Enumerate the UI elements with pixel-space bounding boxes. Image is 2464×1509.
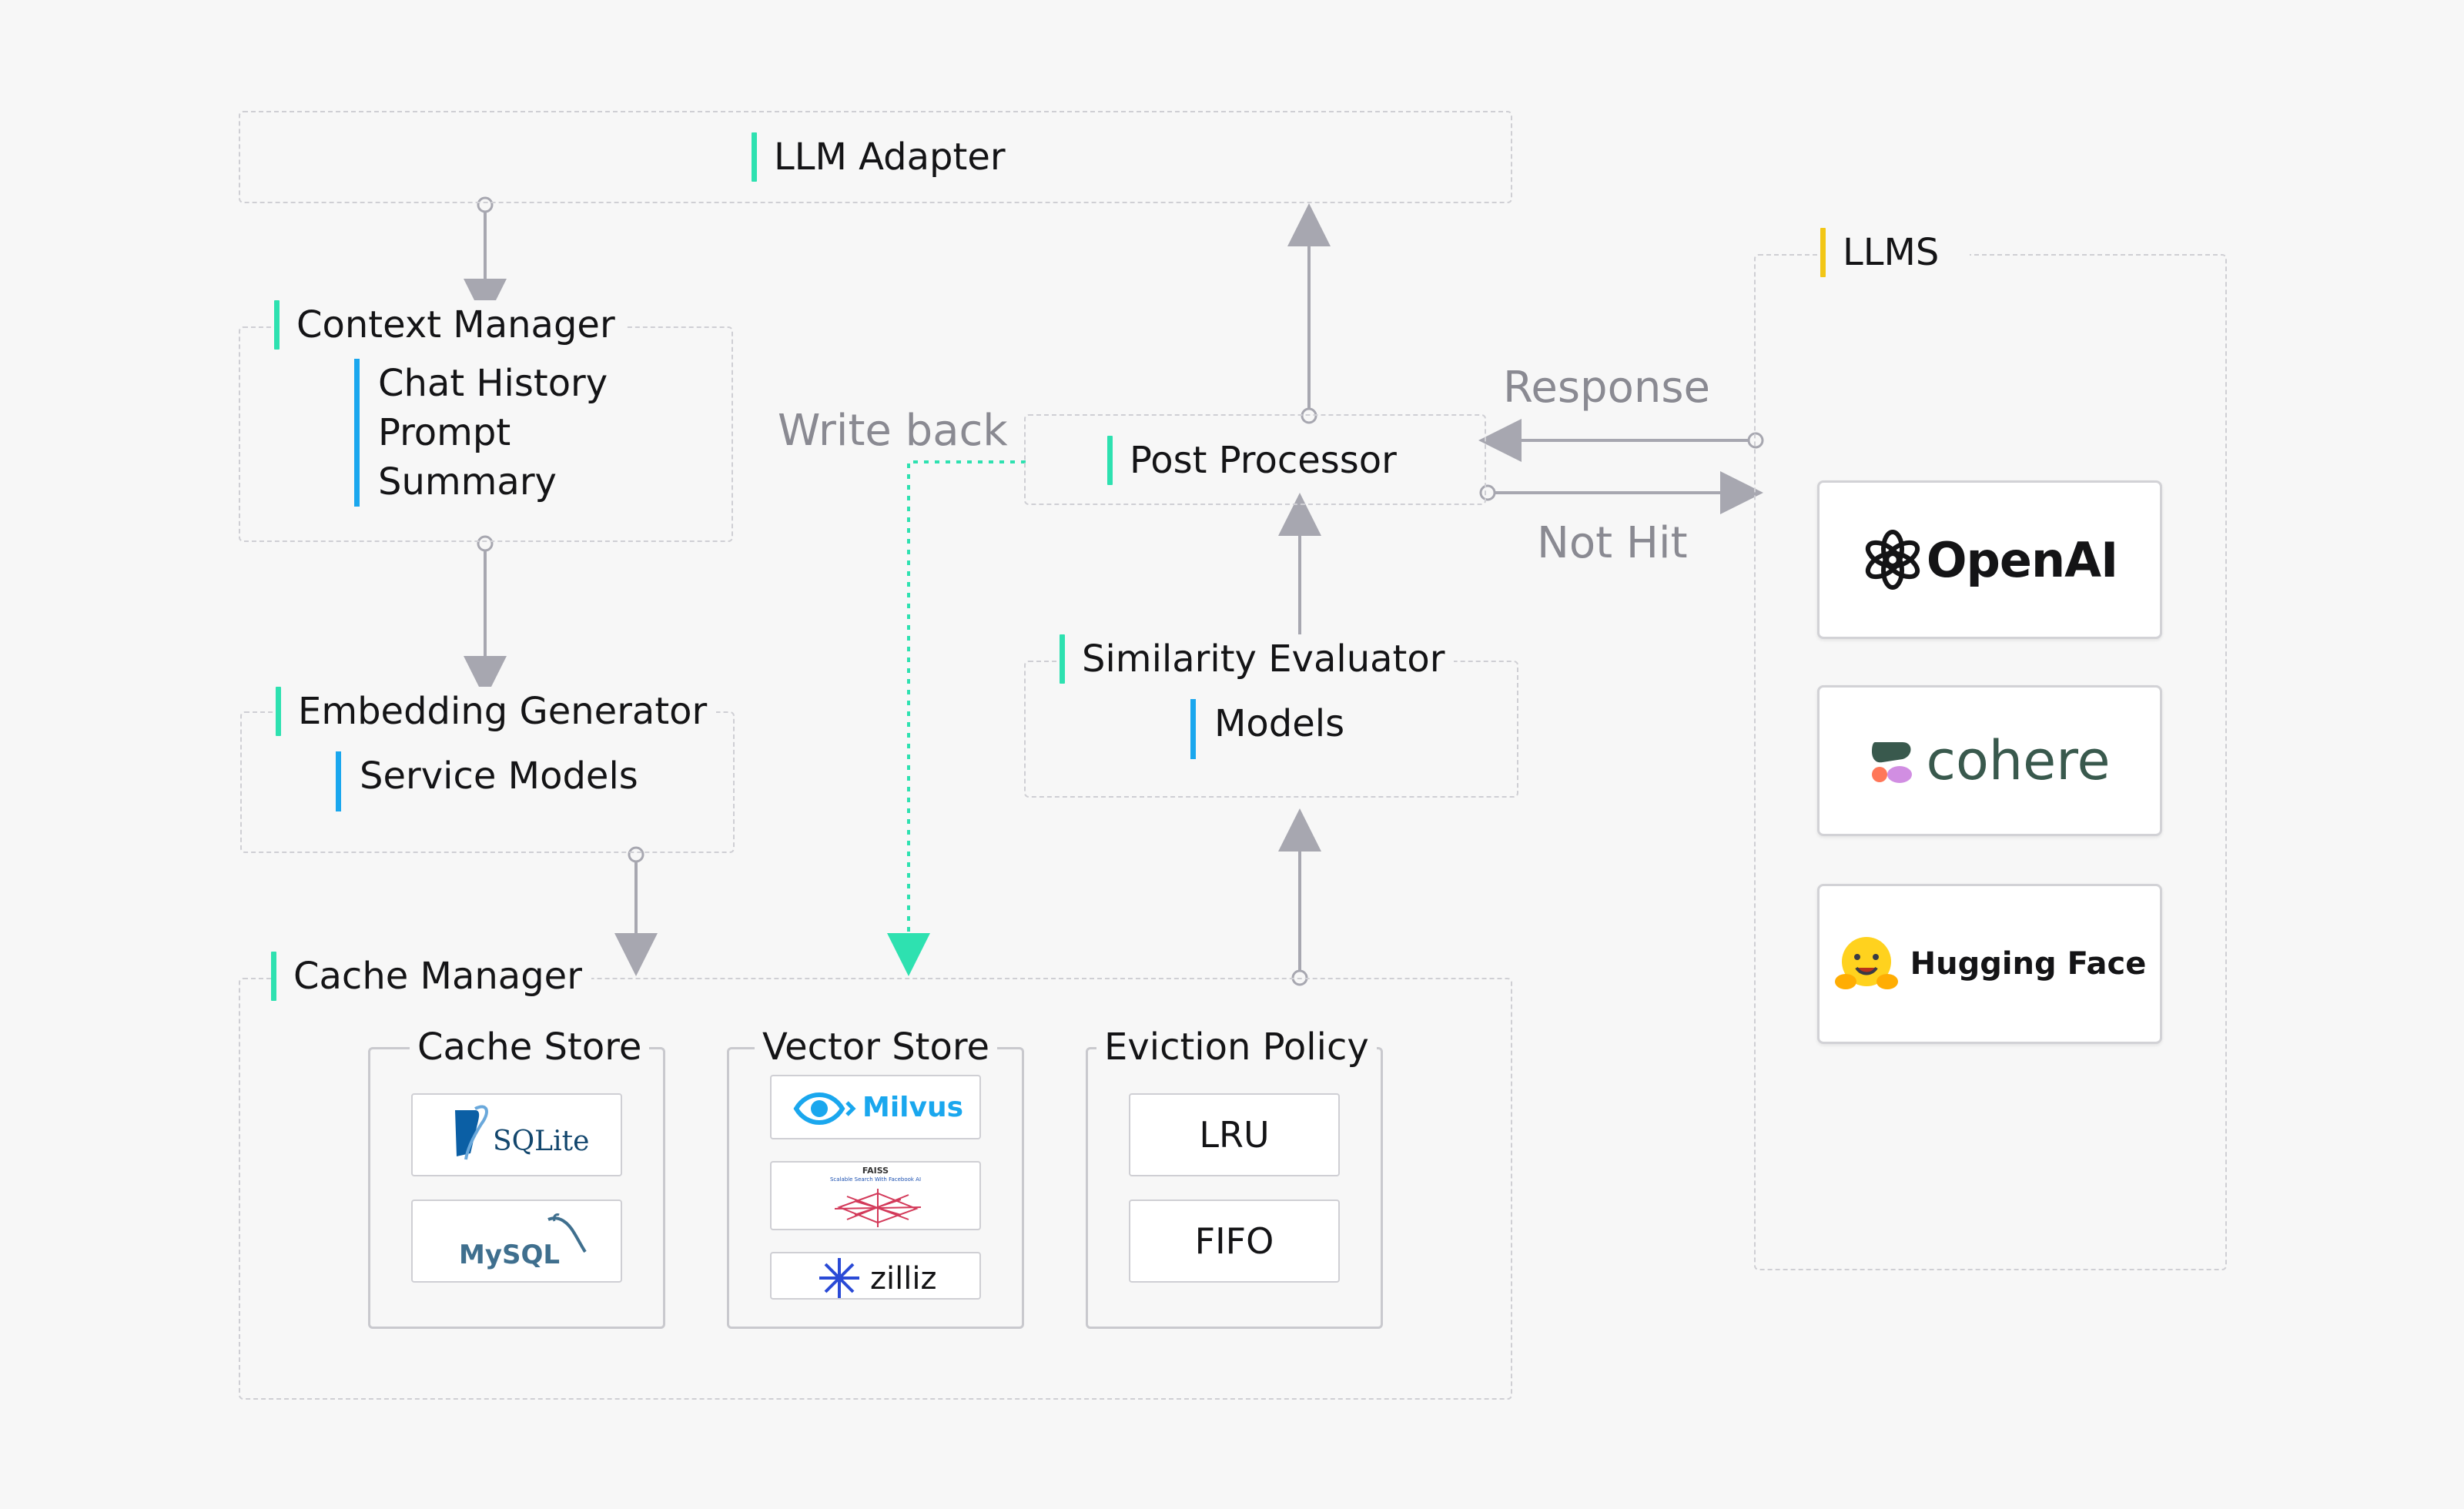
faiss-logo-title: FAISS	[862, 1166, 889, 1176]
cohere-logo-text: cohere	[1926, 729, 2111, 792]
edge-write-back	[887, 460, 1026, 976]
eviction-policy-panel	[1086, 1047, 1383, 1329]
accent-bar	[1107, 436, 1113, 485]
post-processor-title: Post Processor	[1107, 436, 1406, 485]
accent-bar	[1190, 699, 1196, 759]
not-hit-label: Not Hit	[1537, 518, 1688, 568]
zilliz-logo-text: zilliz	[870, 1261, 937, 1297]
huggingface-emoji-icon	[1834, 937, 1898, 989]
accent-bar	[336, 751, 341, 811]
accent-bar	[274, 300, 280, 350]
huggingface-logo-text: Hugging Face	[1910, 946, 2147, 982]
cohere-tile: cohere	[1817, 685, 2162, 836]
sqlite-logo-tile: SQLite	[411, 1093, 622, 1176]
embedding-generator-title: Embedding Generator	[276, 687, 717, 736]
list-item: Chat History	[378, 362, 608, 405]
cache-manager-title: Cache Manager	[271, 952, 591, 1001]
fifo-tile: FIFO	[1129, 1200, 1340, 1283]
list-item: Prompt	[378, 411, 511, 454]
list-item: Models	[1214, 702, 1345, 745]
write-back-label: Write back	[778, 406, 1008, 456]
milvus-logo-tile: Milvus	[770, 1075, 981, 1139]
llms-title: LLMS	[1820, 228, 1970, 277]
faiss-network-icon	[834, 1189, 922, 1227]
similarity-evaluator-title: Similarity Evaluator	[1060, 634, 1455, 684]
lru-tile: LRU	[1129, 1093, 1340, 1176]
cache-store-panel	[368, 1047, 665, 1329]
milvus-eye-icon	[793, 1092, 856, 1125]
accent-bar	[752, 132, 757, 182]
openai-icon	[1865, 530, 1920, 590]
accent-bar	[354, 359, 360, 507]
mysql-logo-tile: MySQL	[411, 1200, 622, 1283]
lru-label: LRU	[1199, 1114, 1270, 1156]
zilliz-logo-tile: zilliz	[770, 1252, 981, 1300]
milvus-logo-text: Milvus	[862, 1092, 964, 1123]
accent-bar	[1820, 228, 1826, 277]
sqlite-logo-text: SQLite	[493, 1126, 590, 1157]
cohere-icon	[1872, 742, 1913, 783]
accent-bar	[1060, 634, 1065, 684]
accent-bar	[276, 687, 281, 736]
fifo-label: FIFO	[1194, 1220, 1274, 1262]
openai-logo-text: OpenAI	[1926, 531, 2118, 588]
list-item: Service Models	[360, 754, 638, 798]
faiss-logo-subtitle: Scalable Search With Facebook AI	[829, 1176, 922, 1183]
llm-adapter-title: LLM Adapter	[752, 132, 1015, 182]
context-manager-title: Context Manager	[274, 300, 624, 350]
similarity-evaluator-items: Models	[1190, 699, 1344, 759]
cache-store-title: Cache Store	[410, 1029, 650, 1066]
zilliz-star-icon	[819, 1258, 859, 1298]
embedding-generator-items: Service Models	[336, 751, 638, 811]
list-item: Summary	[378, 460, 557, 504]
architecture-diagram: LLM Adapter Context Manager Chat History…	[0, 0, 2464, 1509]
faiss-logo-tile: FAISS Scalable Search With Facebook AI	[770, 1161, 981, 1230]
context-manager-items: Chat History Prompt Summary	[354, 359, 608, 507]
openai-tile: OpenAI	[1817, 480, 2162, 639]
eviction-policy-title: Eviction Policy	[1096, 1029, 1377, 1066]
mysql-logo-text: MySQL	[459, 1240, 561, 1270]
accent-bar	[271, 952, 276, 1001]
response-label: Response	[1503, 363, 1710, 413]
huggingface-tile: Hugging Face	[1817, 884, 2162, 1044]
vector-store-title: Vector Store	[755, 1029, 998, 1066]
